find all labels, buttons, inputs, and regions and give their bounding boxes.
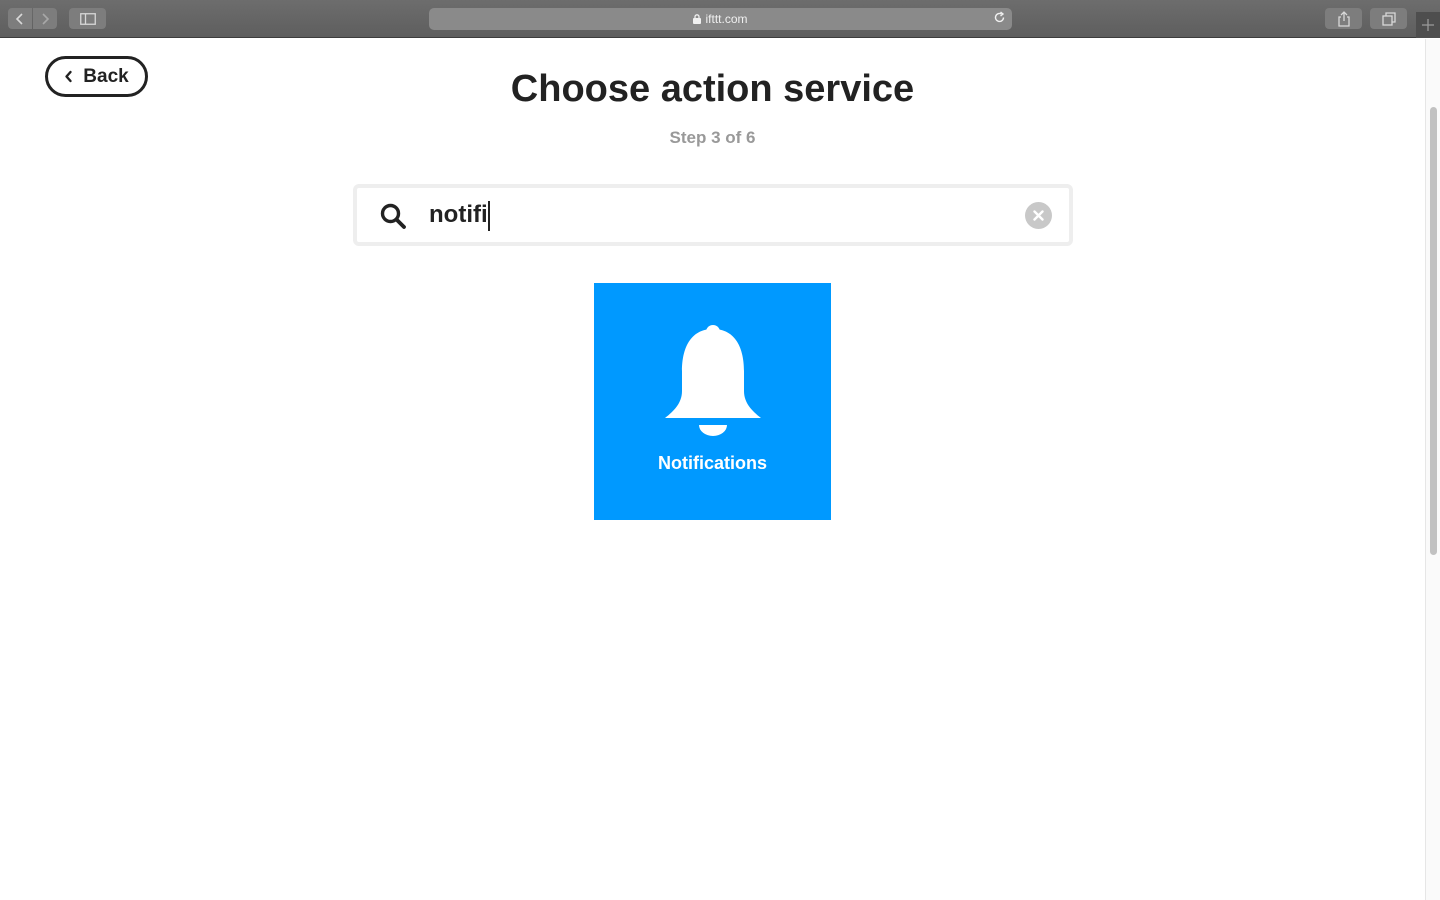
chevron-right-icon	[42, 12, 50, 25]
text-caret	[488, 201, 490, 231]
service-tile-label: Notifications	[657, 453, 767, 473]
browser-toolbar: ifttt.com	[0, 0, 1440, 38]
show-tabs-button[interactable]	[1370, 8, 1407, 29]
bell-icon	[662, 325, 764, 439]
sidebar-icon	[79, 12, 96, 25]
address-url: ifttt.com	[705, 12, 748, 26]
browser-back-button[interactable]	[8, 8, 32, 29]
page-title: Choose action service	[510, 68, 915, 110]
share-button[interactable]	[1325, 8, 1362, 29]
page-scrollbar[interactable]	[1425, 39, 1440, 900]
share-icon	[1337, 10, 1350, 27]
search-box	[353, 184, 1073, 246]
clear-icon[interactable]	[1025, 202, 1052, 229]
address-bar[interactable]: ifttt.com	[429, 8, 1012, 30]
sidebar-toggle-button[interactable]	[69, 8, 106, 29]
new-tab-button[interactable]	[1416, 12, 1440, 38]
browser-forward-button[interactable]	[33, 8, 57, 29]
lock-icon	[693, 14, 702, 24]
plus-icon	[1422, 19, 1434, 31]
tabs-icon	[1381, 11, 1396, 26]
search-icon	[379, 202, 407, 230]
step-indicator: Step 3 of 6	[669, 128, 756, 147]
scrollbar-thumb[interactable]	[1430, 107, 1437, 555]
search-input[interactable]	[429, 198, 1009, 232]
reload-icon[interactable]	[993, 11, 1006, 24]
service-tile-notifications[interactable]: Notifications	[594, 283, 831, 520]
page-content: Back Choose action service Step 3 of 6 N…	[0, 39, 1425, 900]
chevron-left-icon	[15, 12, 23, 25]
